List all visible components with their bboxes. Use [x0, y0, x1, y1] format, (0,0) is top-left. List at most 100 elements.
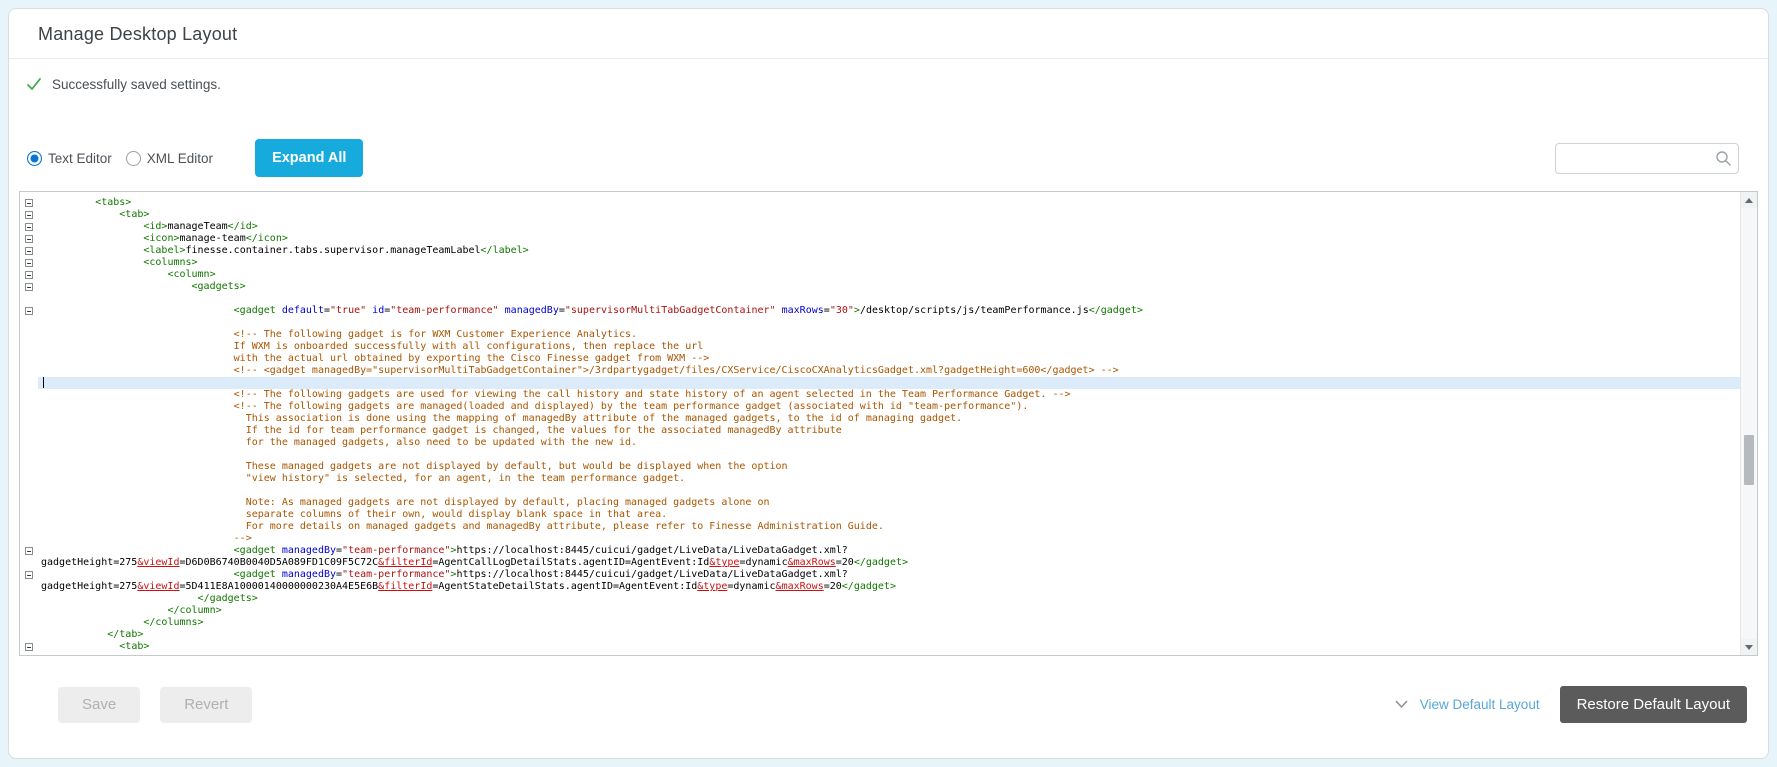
code-line-text[interactable]: [38, 293, 1740, 305]
code-line[interactable]: This association is done using the mappi…: [20, 413, 1740, 425]
fold-gutter-cell[interactable]: [20, 221, 38, 233]
code-line-text[interactable]: <tab>: [38, 641, 1740, 653]
code-line[interactable]: </tab>: [20, 629, 1740, 641]
fold-gutter-cell[interactable]: [20, 569, 38, 581]
code-line-text[interactable]: <tab>: [38, 209, 1740, 221]
code-line-text[interactable]: </columns>: [38, 617, 1740, 629]
fold-gutter-cell[interactable]: [20, 245, 38, 257]
save-button[interactable]: Save: [58, 686, 141, 723]
radio-text-editor[interactable]: Text Editor: [27, 150, 112, 166]
fold-gutter-cell[interactable]: [20, 233, 38, 245]
code-line[interactable]: <!-- The following gadget is for WXM Cus…: [20, 329, 1740, 341]
code-line[interactable]: <gadget managedBy="team-performance">htt…: [20, 569, 1740, 581]
code-line-text[interactable]: These managed gadgets are not displayed …: [38, 461, 1740, 473]
fold-collapse-icon[interactable]: [25, 199, 33, 207]
code-line-text[interactable]: [38, 485, 1740, 497]
fold-collapse-icon[interactable]: [25, 307, 33, 315]
restore-default-layout-button[interactable]: Restore Default Layout: [1559, 686, 1747, 723]
code-line[interactable]: <gadget default="true" id="team-performa…: [20, 305, 1740, 317]
fold-collapse-icon[interactable]: [25, 643, 33, 651]
code-line[interactable]: <tab>: [20, 641, 1740, 653]
scrollbar-thumb[interactable]: [1744, 435, 1754, 485]
code-line[interactable]: -->: [20, 533, 1740, 545]
fold-collapse-icon[interactable]: [25, 247, 33, 255]
code-line[interactable]: If the id for team performance gadget is…: [20, 425, 1740, 437]
revert-button[interactable]: Revert: [160, 686, 253, 723]
code-line-text[interactable]: <column>: [38, 269, 1740, 281]
layout-xml-editor[interactable]: <tabs> <tab> <id>manageTeam</id> <icon>m…: [19, 191, 1758, 656]
code-line-text[interactable]: For more details on managed gadgets and …: [38, 521, 1740, 533]
code-line-text[interactable]: [38, 449, 1740, 461]
fold-gutter-cell[interactable]: [20, 281, 38, 293]
code-line-text[interactable]: separate columns of their own, would dis…: [38, 509, 1740, 521]
code-line-text[interactable]: with the actual url obtained by exportin…: [38, 353, 1740, 365]
code-line[interactable]: <tabs>: [20, 197, 1740, 209]
code-line[interactable]: <label>finesse.container.tabs.supervisor…: [20, 245, 1740, 257]
code-line[interactable]: [20, 485, 1740, 497]
scroll-up-button[interactable]: [1741, 192, 1757, 208]
radio-selected-icon[interactable]: [27, 150, 42, 166]
code-line[interactable]: <!-- <gadget managedBy="supervisorMultiT…: [20, 365, 1740, 377]
code-line[interactable]: </column>: [20, 605, 1740, 617]
search-input[interactable]: [1555, 142, 1739, 174]
code-line[interactable]: For more details on managed gadgets and …: [20, 521, 1740, 533]
fold-gutter-cell[interactable]: [20, 257, 38, 269]
code-line[interactable]: </gadgets>: [20, 593, 1740, 605]
fold-collapse-icon[interactable]: [25, 283, 33, 291]
code-line[interactable]: with the actual url obtained by exportin…: [20, 353, 1740, 365]
code-line-text[interactable]: </tab>: [38, 629, 1740, 641]
code-line-text[interactable]: <gadget managedBy="team-performance">htt…: [38, 545, 1740, 557]
code-line[interactable]: Note: As managed gadgets are not display…: [20, 497, 1740, 509]
code-line-text[interactable]: If the id for team performance gadget is…: [38, 425, 1740, 437]
code-line-text[interactable]: gadgetHeight=275&viewId=D6D0B6740B0040D5…: [38, 557, 1740, 569]
code-line[interactable]: for the managed gadgets, also need to be…: [20, 437, 1740, 449]
code-line-text[interactable]: [38, 377, 1740, 389]
code-line-text[interactable]: for the managed gadgets, also need to be…: [38, 437, 1740, 449]
code-line-text[interactable]: This association is done using the mappi…: [38, 413, 1740, 425]
radio-xml-editor[interactable]: XML Editor: [125, 150, 213, 166]
editor-scrollbar[interactable]: [1740, 192, 1757, 655]
code-line-text[interactable]: <!-- The following gadget is for WXM Cus…: [38, 329, 1740, 341]
code-line-text[interactable]: <id>manageTeam</id>: [38, 221, 1740, 233]
scroll-down-button[interactable]: [1741, 639, 1757, 655]
fold-collapse-icon[interactable]: [25, 271, 33, 279]
fold-gutter-cell[interactable]: [20, 641, 38, 653]
code-line-text[interactable]: If WXM is onboarded successfully with al…: [38, 341, 1740, 353]
fold-collapse-icon[interactable]: [25, 211, 33, 219]
code-line[interactable]: <icon>manage-team</icon>: [20, 233, 1740, 245]
code-line-text[interactable]: <columns>: [38, 257, 1740, 269]
code-area[interactable]: <tabs> <tab> <id>manageTeam</id> <icon>m…: [20, 192, 1740, 655]
fold-collapse-icon[interactable]: [25, 223, 33, 231]
fold-gutter-cell[interactable]: [20, 209, 38, 221]
fold-gutter-cell[interactable]: [20, 545, 38, 557]
fold-gutter-cell[interactable]: [20, 269, 38, 281]
code-line[interactable]: <gadgets>: [20, 281, 1740, 293]
code-line[interactable]: <id>manageTeam</id>: [20, 221, 1740, 233]
code-line-text[interactable]: </column>: [38, 605, 1740, 617]
fold-collapse-icon[interactable]: [25, 235, 33, 243]
code-line-text[interactable]: [38, 317, 1740, 329]
code-line[interactable]: These managed gadgets are not displayed …: [20, 461, 1740, 473]
code-line-text[interactable]: <tabs>: [38, 197, 1740, 209]
code-line[interactable]: </columns>: [20, 617, 1740, 629]
code-line[interactable]: gadgetHeight=275&viewId=5D411E8A10000140…: [20, 581, 1740, 593]
view-default-layout-link[interactable]: View Default Layout: [1420, 697, 1540, 712]
chevron-down-icon[interactable]: [1395, 700, 1408, 709]
code-line-text[interactable]: Note: As managed gadgets are not display…: [38, 497, 1740, 509]
code-line[interactable]: gadgetHeight=275&viewId=D6D0B6740B0040D5…: [20, 557, 1740, 569]
fold-collapse-icon[interactable]: [25, 571, 33, 579]
active-code-line[interactable]: [20, 377, 1740, 389]
code-line-text[interactable]: <icon>manage-team</icon>: [38, 233, 1740, 245]
code-line[interactable]: <column>: [20, 269, 1740, 281]
code-line[interactable]: [20, 293, 1740, 305]
code-line[interactable]: <columns>: [20, 257, 1740, 269]
code-line-text[interactable]: "view history" is selected, for an agent…: [38, 473, 1740, 485]
code-line[interactable]: [20, 449, 1740, 461]
code-line-text[interactable]: <!-- The following gadgets are managed(l…: [38, 401, 1740, 413]
code-line[interactable]: <!-- The following gadgets are used for …: [20, 389, 1740, 401]
code-line-text[interactable]: <label>finesse.container.tabs.supervisor…: [38, 245, 1740, 257]
code-line[interactable]: "view history" is selected, for an agent…: [20, 473, 1740, 485]
fold-gutter-cell[interactable]: [20, 305, 38, 317]
code-line[interactable]: [20, 317, 1740, 329]
expand-all-button[interactable]: Expand All: [255, 139, 364, 177]
